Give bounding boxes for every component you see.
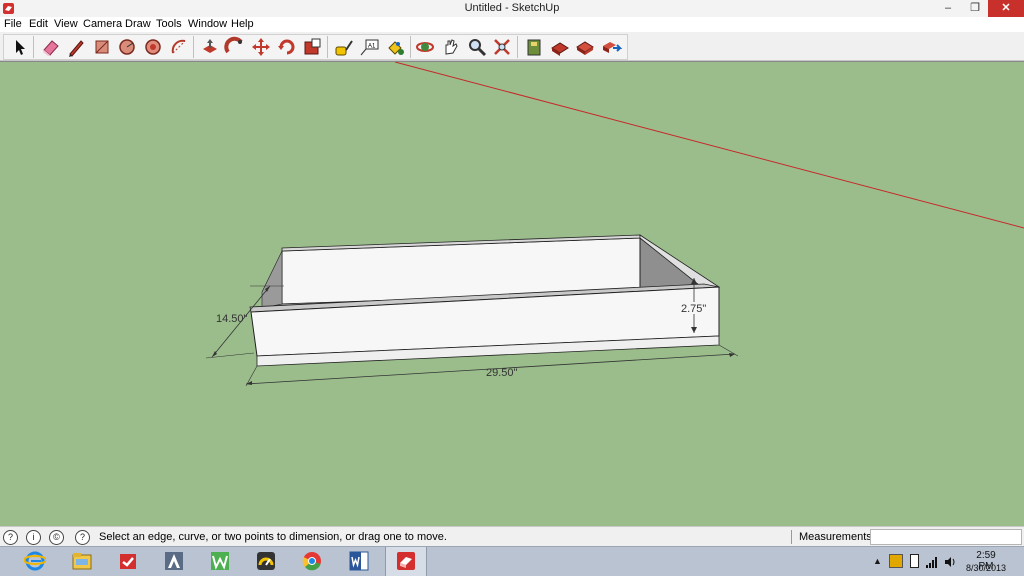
- copyright-icon[interactable]: ©: [49, 530, 64, 545]
- pan-icon[interactable]: [440, 36, 462, 58]
- menu-bar: File Edit View Camera Draw Tools Window …: [0, 17, 1024, 32]
- 3d-warehouse-icon[interactable]: [549, 36, 571, 58]
- close-button[interactable]: ✕: [988, 0, 1024, 17]
- polygon-icon[interactable]: [142, 36, 164, 58]
- rectangle-icon[interactable]: [91, 36, 113, 58]
- left-inner-wall: [261, 250, 283, 309]
- zoom-icon[interactable]: [466, 36, 488, 58]
- speed-dial-icon[interactable]: [246, 547, 286, 576]
- clock-date[interactable]: 8/30/2013: [962, 563, 1010, 573]
- menu-edit[interactable]: Edit: [29, 18, 48, 30]
- menu-window[interactable]: Window: [188, 18, 227, 30]
- follow-me-icon[interactable]: [224, 36, 246, 58]
- app-store-icon[interactable]: [108, 547, 148, 576]
- chrome-icon[interactable]: [292, 547, 332, 576]
- menu-tools[interactable]: Tools: [156, 18, 182, 30]
- minimize-button[interactable]: –: [935, 0, 961, 17]
- zoom-extents-icon[interactable]: [491, 36, 513, 58]
- model-canvas: [205, 62, 1024, 387]
- battery-icon[interactable]: [910, 554, 919, 568]
- toolbar-separator: [33, 36, 34, 58]
- geo-location-icon[interactable]: ?: [3, 530, 18, 545]
- pencil-icon[interactable]: [65, 36, 87, 58]
- wifi-icon[interactable]: [926, 556, 938, 568]
- red-axis-line: [394, 62, 1024, 229]
- tape-measure-icon[interactable]: [333, 36, 355, 58]
- toolbar-separator: [410, 36, 411, 58]
- taskbar: [0, 546, 1024, 576]
- internet-explorer-icon[interactable]: [15, 547, 55, 576]
- circle-icon[interactable]: [116, 36, 138, 58]
- toolbar-separator: [193, 36, 194, 58]
- arc-icon[interactable]: [168, 36, 190, 58]
- action-center-icon[interactable]: [889, 554, 903, 568]
- word-icon[interactable]: [339, 547, 379, 576]
- select-icon[interactable]: [9, 36, 31, 58]
- menu-help[interactable]: Help: [231, 18, 254, 30]
- title-bar: Untitled - SketchUp – ❐ ✕: [0, 0, 1024, 17]
- upload-icon[interactable]: [600, 36, 622, 58]
- status-bar: ? i © ? Select an edge, curve, or two po…: [0, 526, 1024, 547]
- measurements-input[interactable]: [870, 529, 1022, 545]
- adobe-reader-icon[interactable]: [154, 547, 194, 576]
- share-model-icon[interactable]: [574, 36, 596, 58]
- instructor-help-icon[interactable]: ?: [75, 530, 90, 545]
- push-pull-icon[interactable]: [199, 36, 221, 58]
- maximize-button[interactable]: ❐: [962, 0, 988, 17]
- rotate-icon[interactable]: [276, 36, 298, 58]
- move-icon[interactable]: [250, 36, 272, 58]
- status-hint: Select an edge, curve, or two points to …: [99, 531, 447, 543]
- height-dimension-label[interactable]: 2.75": [681, 303, 706, 315]
- toolbar-separator: [517, 36, 518, 58]
- eraser-icon[interactable]: [40, 36, 62, 58]
- menu-draw[interactable]: Draw: [125, 18, 151, 30]
- status-separator: [791, 530, 792, 544]
- menu-file[interactable]: File: [4, 18, 22, 30]
- width-dimension-label[interactable]: 14.50": [216, 313, 247, 325]
- paint-bucket-icon[interactable]: [385, 36, 407, 58]
- svg-text:A1: A1: [368, 44, 376, 50]
- menu-view[interactable]: View: [54, 18, 78, 30]
- model-viewport[interactable]: 14.50" 29.50" 2.75": [0, 61, 1024, 526]
- credits-icon[interactable]: i: [26, 530, 41, 545]
- measurements-label: Measurements: [799, 531, 872, 543]
- orbit-icon[interactable]: [414, 36, 436, 58]
- text-icon[interactable]: A1: [358, 36, 380, 58]
- show-hidden-icons-icon[interactable]: ▲: [873, 556, 882, 568]
- volume-icon[interactable]: [944, 556, 956, 568]
- components-icon[interactable]: [523, 36, 545, 58]
- length-dimension-label[interactable]: 29.50": [486, 367, 517, 379]
- scale-icon[interactable]: [301, 36, 323, 58]
- window-title: Untitled - SketchUp: [464, 2, 560, 14]
- word-perfect-icon[interactable]: [200, 547, 240, 576]
- file-explorer-icon[interactable]: [62, 547, 102, 576]
- sketchup-icon[interactable]: [385, 547, 427, 576]
- menu-camera[interactable]: Camera: [83, 18, 122, 30]
- toolbar-separator: [327, 36, 328, 58]
